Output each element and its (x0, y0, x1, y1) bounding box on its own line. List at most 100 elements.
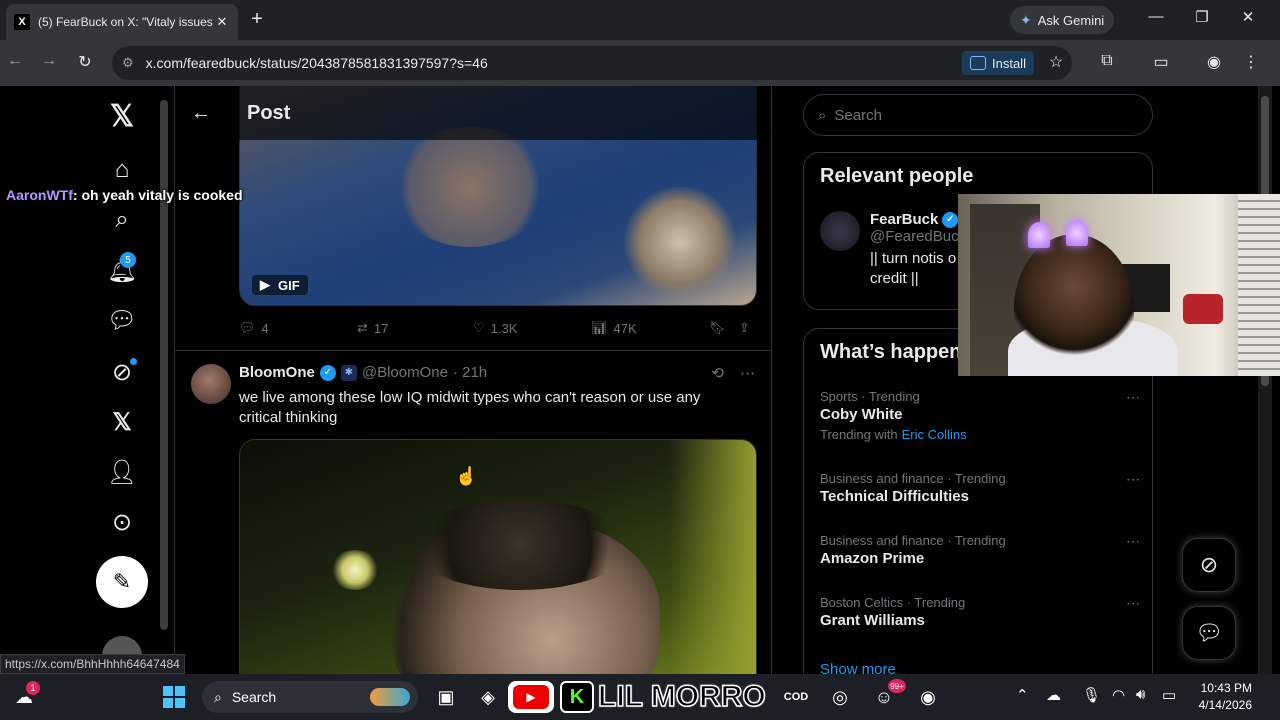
views-button[interactable]: 📊︎ 47K (591, 320, 709, 336)
back-nav-icon[interactable]: ← (4, 52, 26, 70)
whats-happening-panel: What’s happen Sports · Trending Coby Whi… (803, 328, 1153, 674)
tray-cloud-icon[interactable]: ☁ (1046, 686, 1061, 704)
site-info-icon[interactable]: ⚙ (122, 55, 134, 71)
start-button[interactable] (160, 683, 188, 711)
grok-icon[interactable]: ⊘ (90, 352, 154, 392)
taskbar-clock[interactable]: 10:43 PM 4/14/2026 (1196, 680, 1252, 714)
call-of-duty-icon[interactable]: COD (782, 683, 810, 711)
post-more-icon[interactable]: ⋯ (740, 364, 755, 382)
tab-title: (5) FearBuck on X: "Vitaly issues (38, 15, 213, 29)
grok-fab-icon[interactable]: ⊘ (1182, 538, 1236, 592)
trend-with-link[interactable]: Eric Collins (902, 427, 967, 442)
discord-icon[interactable]: ☺ 99+ (870, 679, 906, 711)
weather-icon[interactable]: ☁ 1 (10, 681, 40, 711)
address-bar[interactable]: ⚙ x.com/fearedbuck/status/20438785818313… (112, 46, 1072, 80)
bookmark-button[interactable]: 🔖︎ (709, 320, 739, 336)
premium-x-icon[interactable]: 𝕏 (90, 402, 154, 442)
stream-overlay-text: LIL MORRO (597, 679, 766, 714)
taskbar-search[interactable]: ⌕ Search (202, 681, 418, 713)
search-input[interactable]: ⌕ Search (803, 94, 1153, 136)
repost-button[interactable]: ⇄ 17 (357, 320, 473, 336)
trend-with-label: Trending with (820, 427, 898, 442)
reply-media[interactable] (239, 439, 757, 674)
trend-more-icon[interactable]: ⋯ (1126, 389, 1140, 406)
youtube-app-icon[interactable]: ▶ (508, 681, 554, 713)
repost-count: 17 (373, 320, 389, 336)
like-button[interactable]: ♡ 1.3K (473, 320, 591, 336)
trend-item[interactable]: Business and finance · Trending Amazon P… (820, 533, 1140, 567)
home-icon[interactable]: ⌂ (90, 150, 154, 190)
notification-count-badge: 5 (120, 252, 136, 268)
wifi-icon[interactable]: ◠ (1112, 686, 1125, 704)
close-window-icon[interactable]: ✕ (1236, 8, 1260, 26)
kick-app-icon[interactable]: K (560, 681, 594, 713)
person-name[interactable]: FearBuck (870, 211, 938, 228)
media-controls-icon[interactable]: ▭ (1150, 52, 1172, 72)
volume-icon[interactable]: 🔊︎ (1136, 686, 1145, 703)
browser-toolbar: ← → ↻ ⚙ x.com/fearedbuck/status/20438785… (0, 40, 1280, 86)
browser-tab[interactable]: X (5) FearBuck on X: "Vitaly issues ✕ (6, 4, 238, 40)
notifications-icon[interactable]: 🔔︎ 5 (90, 250, 154, 290)
trend-topic: Coby White (820, 406, 903, 423)
like-icon: ♡ (473, 320, 485, 335)
bookmark-star-icon[interactable]: ☆ (1045, 52, 1067, 72)
reply-button[interactable]: 💬︎ 4 (239, 320, 357, 336)
reply-text: we live among these low IQ midwit types … (239, 389, 701, 426)
trend-item[interactable]: Boston Celtics · Trending Grant Williams… (820, 595, 1140, 629)
page-scrollbar[interactable] (1258, 86, 1272, 674)
person-name-row: FearBuck ✓ (870, 211, 966, 228)
back-arrow-icon[interactable]: ← (175, 102, 227, 125)
battery-icon[interactable]: ▭ (1162, 686, 1176, 704)
trend-more-icon[interactable]: ⋯ (1126, 595, 1140, 612)
person-bio-line-1: || turn notis o (870, 250, 957, 267)
ask-gemini-button[interactable]: ✦ Ask Gemini (1010, 6, 1115, 34)
profile-icon[interactable]: 👤︎ (90, 452, 154, 492)
explore-search-icon[interactable]: ⌕ (90, 200, 154, 240)
messages-icon[interactable]: 💬︎ (90, 300, 154, 340)
main-column: ← Post ▶ GIF 💬︎ 4 ⇄ 17 ♡ 1.3K 📊︎ 47K 🔖︎ … (174, 86, 772, 674)
ask-gemini-label: Ask Gemini (1037, 12, 1105, 28)
chrome-icon[interactable]: ◉ (914, 683, 942, 711)
left-scrollbar[interactable] (160, 100, 168, 630)
grok-dot (130, 358, 137, 365)
trend-more-icon[interactable]: ⋯ (1126, 533, 1140, 550)
new-tab-button[interactable]: + (246, 8, 268, 30)
relevant-person[interactable]: FearBuck ✓ @FearedBuck || turn notis o c… (820, 211, 966, 289)
profile-avatar-icon[interactable]: ◉ (1203, 52, 1225, 72)
share-button[interactable]: ⇪ (739, 320, 750, 336)
reload-icon[interactable]: ↻ (74, 52, 96, 72)
obs-icon[interactable]: ◎ (826, 683, 854, 711)
copilot-icon[interactable]: ◈ (474, 683, 502, 711)
more-icon[interactable]: ⊙ (90, 502, 154, 542)
x-logo-icon[interactable]: 𝕏 (90, 96, 154, 136)
minimize-icon[interactable]: — (1144, 8, 1168, 25)
restore-icon[interactable]: ❐ (1190, 8, 1214, 26)
microphone-icon[interactable]: 🎙︎ (1082, 686, 1101, 704)
author-name[interactable]: BloomOne (239, 364, 315, 381)
post-time[interactable]: · 21h (453, 364, 487, 381)
chat-username: AaronWTf (6, 187, 73, 203)
extensions-icon[interactable]: ⧉ (1096, 52, 1118, 70)
author-handle[interactable]: @BloomOne (362, 364, 448, 381)
search-highlight-icon (370, 688, 410, 706)
tab-close-icon[interactable]: ✕ (214, 14, 230, 30)
trend-item[interactable]: Business and finance · Trending Technica… (820, 471, 1140, 505)
trend-more-icon[interactable]: ⋯ (1126, 471, 1140, 488)
grok-explain-icon[interactable]: ⟲ (711, 364, 724, 382)
install-app-button[interactable]: Install (962, 51, 1034, 75)
compose-post-button[interactable]: ✎ (96, 556, 148, 608)
forward-nav-icon[interactable]: → (38, 52, 60, 70)
verified-badge-icon: ✓ (319, 364, 336, 381)
person-handle: @FearedBuck (870, 228, 967, 245)
messages-fab-icon[interactable]: 💬︎ (1182, 606, 1236, 660)
browser-menu-icon[interactable]: ⋮ (1240, 52, 1262, 72)
bloomone-avatar[interactable] (191, 364, 231, 404)
task-view-icon[interactable]: ▣ (432, 683, 460, 711)
fearbuck-avatar[interactable] (820, 211, 860, 251)
tray-overflow-icon[interactable]: ⌃ (1016, 686, 1029, 704)
weather-badge: 1 (26, 681, 40, 695)
trend-item[interactable]: Sports · Trending Coby White Trending wi… (820, 389, 1140, 442)
share-icon: ⇪ (739, 320, 750, 335)
show-more-link[interactable]: Show more (820, 661, 896, 674)
gif-badge[interactable]: ▶ GIF (252, 275, 308, 295)
